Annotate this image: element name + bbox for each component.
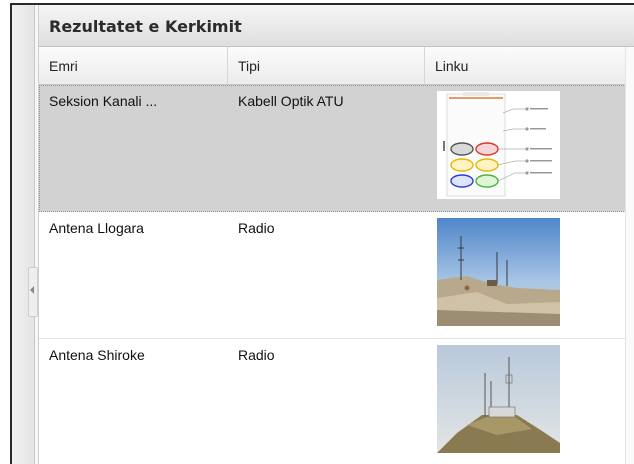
cell-type: Kabell Optik ATU bbox=[238, 93, 344, 109]
cell-name: Antena Llogara bbox=[49, 220, 144, 236]
fiber-diagram-thumbnail[interactable] bbox=[437, 91, 560, 199]
cell-link bbox=[425, 212, 634, 338]
cell-name: Antena Shiroke bbox=[49, 347, 145, 363]
chevron-left-icon bbox=[30, 286, 34, 294]
collapsed-side-panel[interactable] bbox=[12, 5, 35, 464]
cell-link bbox=[425, 85, 634, 211]
column-header-name[interactable]: Emri bbox=[39, 47, 228, 84]
panel-title: Rezultatet e Kerkimit bbox=[39, 5, 634, 47]
table-row[interactable]: Antena Shiroke Radio bbox=[39, 339, 634, 464]
table-row[interactable]: Seksion Kanali ... Kabell Optik ATU bbox=[39, 85, 634, 212]
table-row[interactable]: Antena Llogara Radio bbox=[39, 212, 634, 339]
search-results-panel: Rezultatet e Kerkimit Emri Tipi Linku Se… bbox=[38, 5, 634, 464]
cell-name: Seksion Kanali ... bbox=[49, 93, 158, 109]
app-frame: Rezultatet e Kerkimit Emri Tipi Linku Se… bbox=[10, 3, 634, 464]
column-header-type[interactable]: Tipi bbox=[228, 47, 425, 84]
table-header: Emri Tipi Linku bbox=[39, 47, 634, 85]
antenna-photo-thumbnail[interactable] bbox=[437, 345, 560, 453]
cell-type: Radio bbox=[238, 220, 275, 236]
cell-link bbox=[425, 339, 634, 464]
panel-collapse-handle[interactable] bbox=[28, 267, 38, 317]
column-header-link[interactable]: Linku bbox=[425, 47, 634, 84]
cell-type: Radio bbox=[238, 347, 275, 363]
antenna-photo-thumbnail[interactable] bbox=[437, 218, 560, 326]
scrollbar-track[interactable] bbox=[625, 47, 634, 464]
